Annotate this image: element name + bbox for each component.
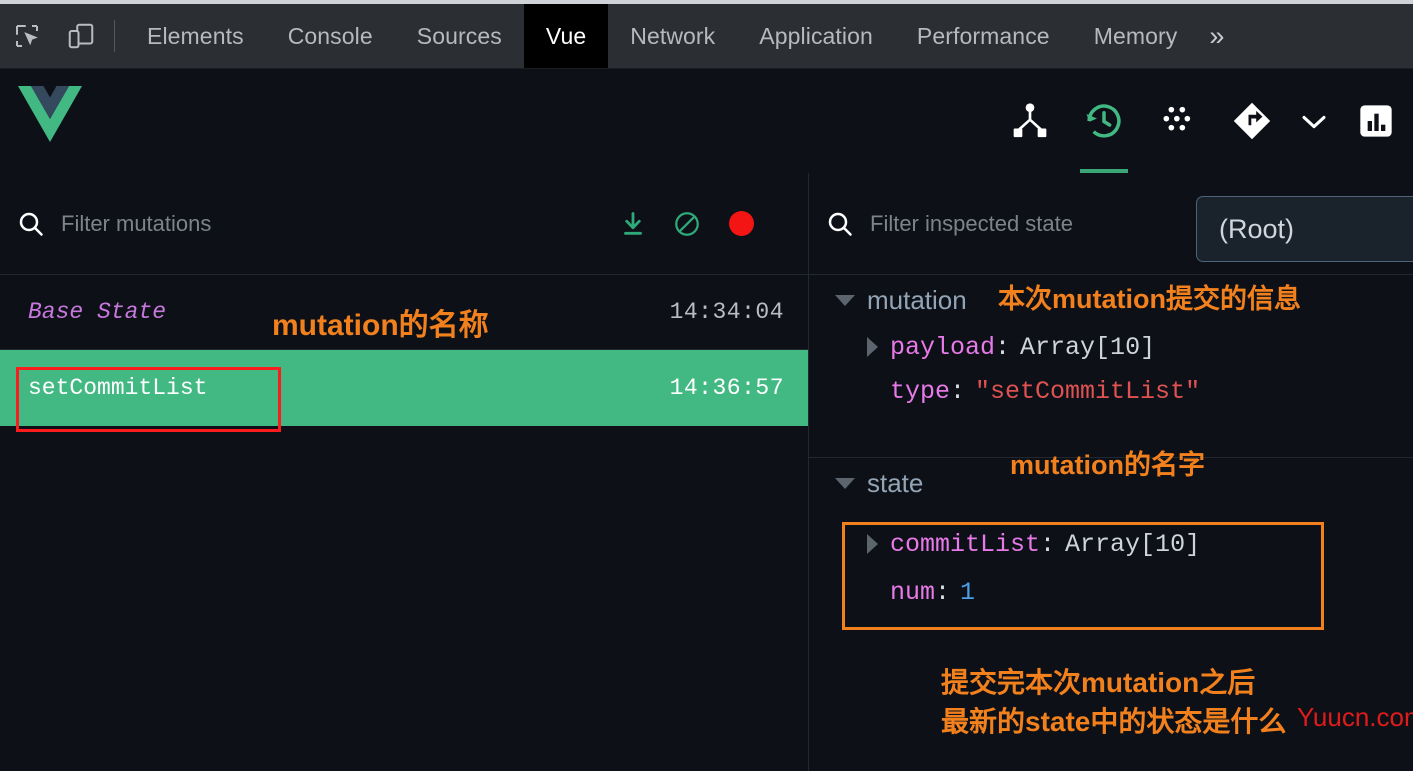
- search-icon: [14, 209, 48, 239]
- root-store-selector[interactable]: (Root): [1196, 196, 1413, 262]
- search-icon: [823, 209, 857, 239]
- tab-label: Vue: [545, 22, 587, 49]
- performance-icon[interactable]: [1339, 69, 1413, 173]
- state-section: state commitList : Array[10] num : 1: [809, 458, 1413, 614]
- tab-sources[interactable]: Sources: [395, 4, 524, 68]
- mutations-filter-row: [0, 173, 808, 275]
- mutation-list-item-setcommitlist[interactable]: setCommitList 14:36:57: [0, 350, 808, 426]
- state-key: commitList: [890, 529, 1041, 559]
- tab-application[interactable]: Application: [737, 4, 895, 68]
- state-row-num[interactable]: num : 1: [809, 570, 1413, 614]
- tab-label: Memory: [1093, 22, 1178, 49]
- state-section-header[interactable]: state: [809, 458, 1413, 508]
- filter-mutations-input[interactable]: [48, 209, 606, 238]
- components-tree-icon[interactable]: [993, 69, 1067, 173]
- record-toggle-button[interactable]: [714, 197, 768, 251]
- vue-devtools-toolbar: [0, 69, 1413, 174]
- events-icon[interactable]: [1141, 69, 1215, 173]
- vuex-history-icon[interactable]: [1067, 69, 1141, 173]
- state-row-type[interactable]: type : "setCommitList": [809, 369, 1413, 413]
- tab-label: Elements: [147, 22, 244, 49]
- state-value: Array[10]: [1020, 332, 1156, 362]
- mutation-section-header[interactable]: mutation: [809, 275, 1413, 325]
- section-title: mutation: [867, 284, 967, 315]
- tab-label: Sources: [416, 22, 502, 49]
- vue-devtools-screenshot: Elements Console Sources Vue Network App…: [0, 0, 1413, 771]
- tab-vue[interactable]: Vue: [523, 4, 609, 68]
- toolbar-divider: [114, 20, 115, 52]
- clear-mutations-button[interactable]: [660, 197, 714, 251]
- state-row-payload[interactable]: payload : Array[10]: [809, 325, 1413, 369]
- tab-label: Application: [759, 22, 873, 49]
- chevron-down-icon[interactable]: [835, 477, 855, 489]
- tab-console[interactable]: Console: [266, 4, 395, 68]
- state-value: Array[10]: [1065, 529, 1201, 559]
- device-toolbar-icon[interactable]: [54, 4, 108, 68]
- chevron-down-icon[interactable]: [1289, 69, 1339, 173]
- mutation-section: mutation payload : Array[10] type : "set…: [809, 275, 1413, 413]
- vue-logo: [18, 85, 82, 143]
- inspect-element-icon[interactable]: [0, 4, 54, 68]
- mutations-actions: [606, 197, 808, 251]
- state-value: "setCommitList": [975, 376, 1201, 406]
- tab-memory[interactable]: Memory: [1072, 4, 1200, 68]
- tab-network[interactable]: Network: [608, 4, 737, 68]
- tab-label: Network: [630, 22, 716, 49]
- vue-toolbar-buttons: [993, 69, 1413, 173]
- mutation-name: Base State: [28, 299, 167, 325]
- colon: :: [935, 577, 951, 607]
- mutation-list-item-base[interactable]: Base State 14:34:04: [0, 275, 808, 350]
- colon: :: [950, 376, 966, 406]
- routing-icon[interactable]: [1215, 69, 1289, 173]
- chevron-right-icon[interactable]: [867, 337, 878, 357]
- chevron-down-icon[interactable]: [835, 294, 855, 306]
- mutations-panel: Base State 14:34:04 setCommitList 14:36:…: [0, 173, 809, 771]
- state-row-commitlist[interactable]: commitList : Array[10]: [809, 522, 1413, 566]
- colon: :: [995, 332, 1011, 362]
- record-dot-icon: [728, 211, 754, 236]
- inspected-state-panel: mutation payload : Array[10] type : "set…: [809, 173, 1413, 771]
- export-state-button[interactable]: [606, 197, 660, 251]
- tab-elements[interactable]: Elements: [125, 4, 266, 68]
- state-value: 1: [960, 577, 976, 607]
- tab-label: Console: [287, 22, 373, 49]
- chevron-right-icon[interactable]: [867, 534, 878, 554]
- colon: :: [1040, 529, 1056, 559]
- state-key: type: [890, 376, 951, 406]
- tab-label: Performance: [916, 22, 1050, 49]
- mutation-timestamp: 14:36:57: [669, 375, 784, 401]
- mutation-timestamp: 14:34:04: [669, 299, 784, 325]
- section-title: state: [867, 467, 924, 498]
- more-tabs-icon[interactable]: »: [1199, 4, 1240, 68]
- state-key: num: [890, 577, 936, 607]
- tab-performance[interactable]: Performance: [895, 4, 1072, 68]
- root-store-label: (Root): [1219, 213, 1295, 244]
- mutation-name: setCommitList: [28, 375, 208, 401]
- state-key: payload: [890, 332, 996, 362]
- devtools-tab-bar: Elements Console Sources Vue Network App…: [0, 4, 1413, 69]
